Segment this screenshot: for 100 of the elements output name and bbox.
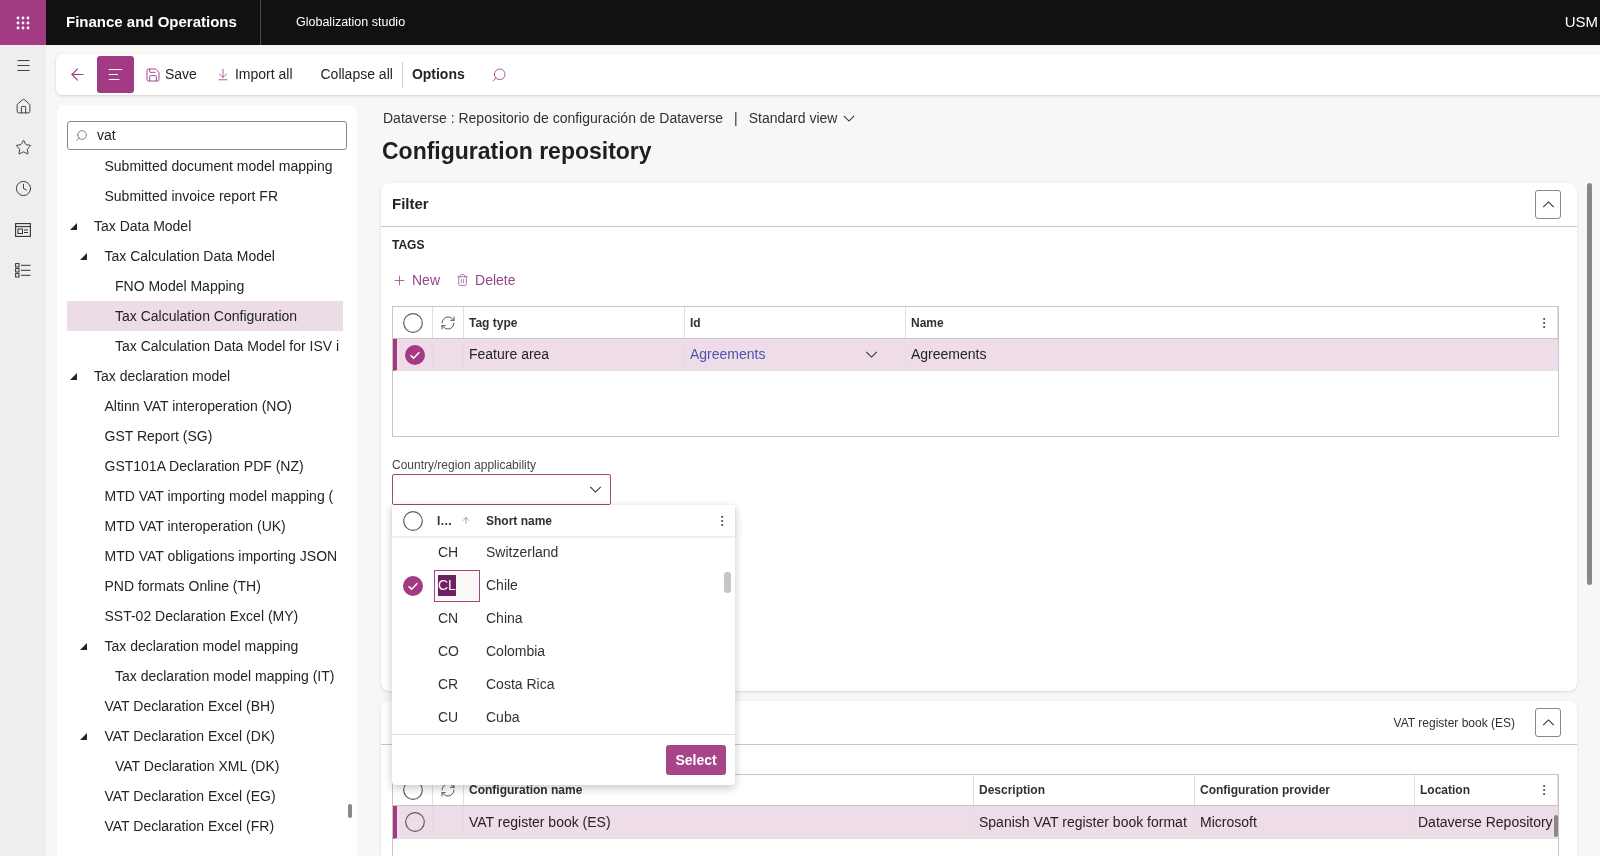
download-icon [215,67,230,82]
action-pane-toggle-button[interactable] [97,56,134,93]
column-header[interactable]: Configuration name [469,781,583,799]
scrollbar-thumb[interactable] [348,804,352,818]
lookup-row[interactable]: CR Costa Rica [392,668,720,701]
collapse-all-button[interactable]: Collapse all [312,56,401,93]
chevron-up-icon [1541,719,1555,726]
tree-item[interactable]: Tax declaration model mapping [67,631,343,661]
column-header[interactable]: Configuration provider [1200,781,1330,799]
lookup-row[interactable]: CO Colombia [392,635,720,668]
select-all-circle-icon[interactable] [403,510,423,531]
column-header[interactable]: Location [1420,781,1470,799]
tree-item[interactable]: GST Report (SG) [67,421,343,451]
column-header[interactable]: Tag type [469,313,518,332]
tree-item[interactable]: GST101A Declaration PDF (NZ) [67,451,343,481]
tree-item[interactable]: Tax Data Model [67,211,343,241]
tree-item[interactable]: Tax Calculation Data Model [67,241,343,271]
app-title[interactable]: Finance and Operations [66,11,237,34]
country-name-cell-text: Colombia [486,642,546,661]
import-all-button[interactable]: Import all [207,56,301,93]
tree-item[interactable]: Submitted document model mapping [67,151,343,181]
tree-item[interactable]: Submitted invoice report FR [67,181,343,211]
tree-item[interactable]: MTD VAT importing model mapping ( [67,481,343,511]
triangle-icon[interactable] [69,222,77,230]
tree-item[interactable]: MTD VAT obligations importing JSON [67,541,343,571]
collapse-button[interactable] [1535,190,1561,219]
home-icon [14,98,32,115]
trash-icon [456,273,469,287]
section-heading: TAGS [392,238,426,252]
id-cell-text: CR [437,675,460,694]
collapse-button[interactable] [1535,708,1561,737]
lookup-row[interactable]: CN China [392,602,720,635]
options-button[interactable]: Options [403,56,473,93]
column-header[interactable]: Name [911,313,944,332]
tree-item[interactable]: VAT Declaration XML (DK) [67,751,343,781]
country-name-cell-text: China [486,609,523,628]
dashboard-icon [15,222,31,237]
id-cell-text: CU [437,708,460,727]
card-title: Filter [392,194,429,215]
tree-item[interactable]: Altinn VAT interoperation (NO) [67,391,343,421]
star-icon [14,139,32,156]
column-header[interactable]: Short name [486,511,552,530]
triangle-icon[interactable] [80,642,87,650]
menu-icon [14,57,32,74]
tree-item[interactable]: SST-02 Declaration Excel (MY) [67,601,343,631]
tree-item[interactable]: VAT Declaration Excel (EG) [67,781,343,811]
search-icon [490,66,507,83]
lookup-row[interactable]: CL Chile [392,569,720,602]
tree-item[interactable]: VAT Declaration Excel (DK) [67,721,343,751]
checked-circle-icon[interactable] [404,344,425,365]
list-icon [15,263,31,278]
lookup-row[interactable]: CU Cuba [392,701,720,734]
clock-icon [14,180,32,197]
tree-item[interactable]: Tax Calculation Configuration [67,301,343,331]
scrollbar-thumb[interactable] [724,572,731,593]
grid-row[interactable]: Feature area Agreements Agreements [393,339,1558,371]
delete-button[interactable]: Delete [456,266,516,294]
select-button[interactable]: Select [666,745,726,775]
row-circle-icon[interactable] [404,812,425,832]
select-all-circle-icon[interactable] [402,312,423,333]
tree-item[interactable]: Tax declaration model mapping (IT) [67,661,343,691]
page-title: Configuration repository [381,136,653,166]
chevron-down-icon[interactable] [865,351,878,358]
tree-item[interactable]: VAT Declaration Excel (FR) [67,811,343,841]
save-button[interactable]: Save [137,56,205,93]
new-button[interactable]: New [392,266,440,294]
tree-item[interactable]: VAT Declaration Excel (BH) [67,691,343,721]
column-header[interactable]: Id [690,313,701,332]
view-selector[interactable]: Standard view [748,107,856,129]
country-combobox[interactable] [392,474,611,505]
breadcrumb-source: Dataverse : Repositorio de configuración de Dataverse [383,108,724,128]
tree-item[interactable]: Tax declaration model [67,361,343,391]
column-header[interactable]: I… [437,511,453,530]
grid-cell-text: Agreements [911,345,987,364]
checked-circle-icon[interactable] [403,575,423,596]
save-icon [145,66,161,83]
chevron-down-icon [843,114,856,122]
refresh-icon[interactable] [440,782,456,798]
scrollbar-thumb[interactable] [1587,183,1592,585]
align-left-icon [107,66,124,83]
id-link[interactable]: Agreements [690,344,766,365]
triangle-icon[interactable] [69,372,77,380]
id-cell-text: CO [437,642,460,661]
tree-item[interactable]: FNO Model Mapping [67,271,343,301]
chevron-up-icon [1541,201,1555,208]
lookup-row[interactable]: CH Switzerland [392,536,720,569]
tree-item[interactable]: PND formats Online (TH) [67,571,343,601]
chevron-down-icon [589,486,602,493]
column-header[interactable]: Description [979,781,1045,799]
grid-cell-text: VAT register book (ES) [469,812,611,832]
triangle-icon[interactable] [80,252,87,260]
tree-item[interactable]: Tax Calculation Data Model for ISV i [67,331,343,361]
triangle-icon[interactable] [80,732,87,740]
scrollbar-thumb[interactable] [1554,815,1558,837]
company-name[interactable]: USM [1564,11,1600,34]
search-field[interactable]: vat [67,121,347,150]
tree-item[interactable]: MTD VAT interoperation (UK) [67,511,343,541]
refresh-icon[interactable] [440,314,456,331]
grid-row[interactable]: VAT register book (ES) Spanish VAT register book format Microsoft Dataverse Repository [393,806,1558,839]
id-input[interactable]: CL [434,569,480,602]
